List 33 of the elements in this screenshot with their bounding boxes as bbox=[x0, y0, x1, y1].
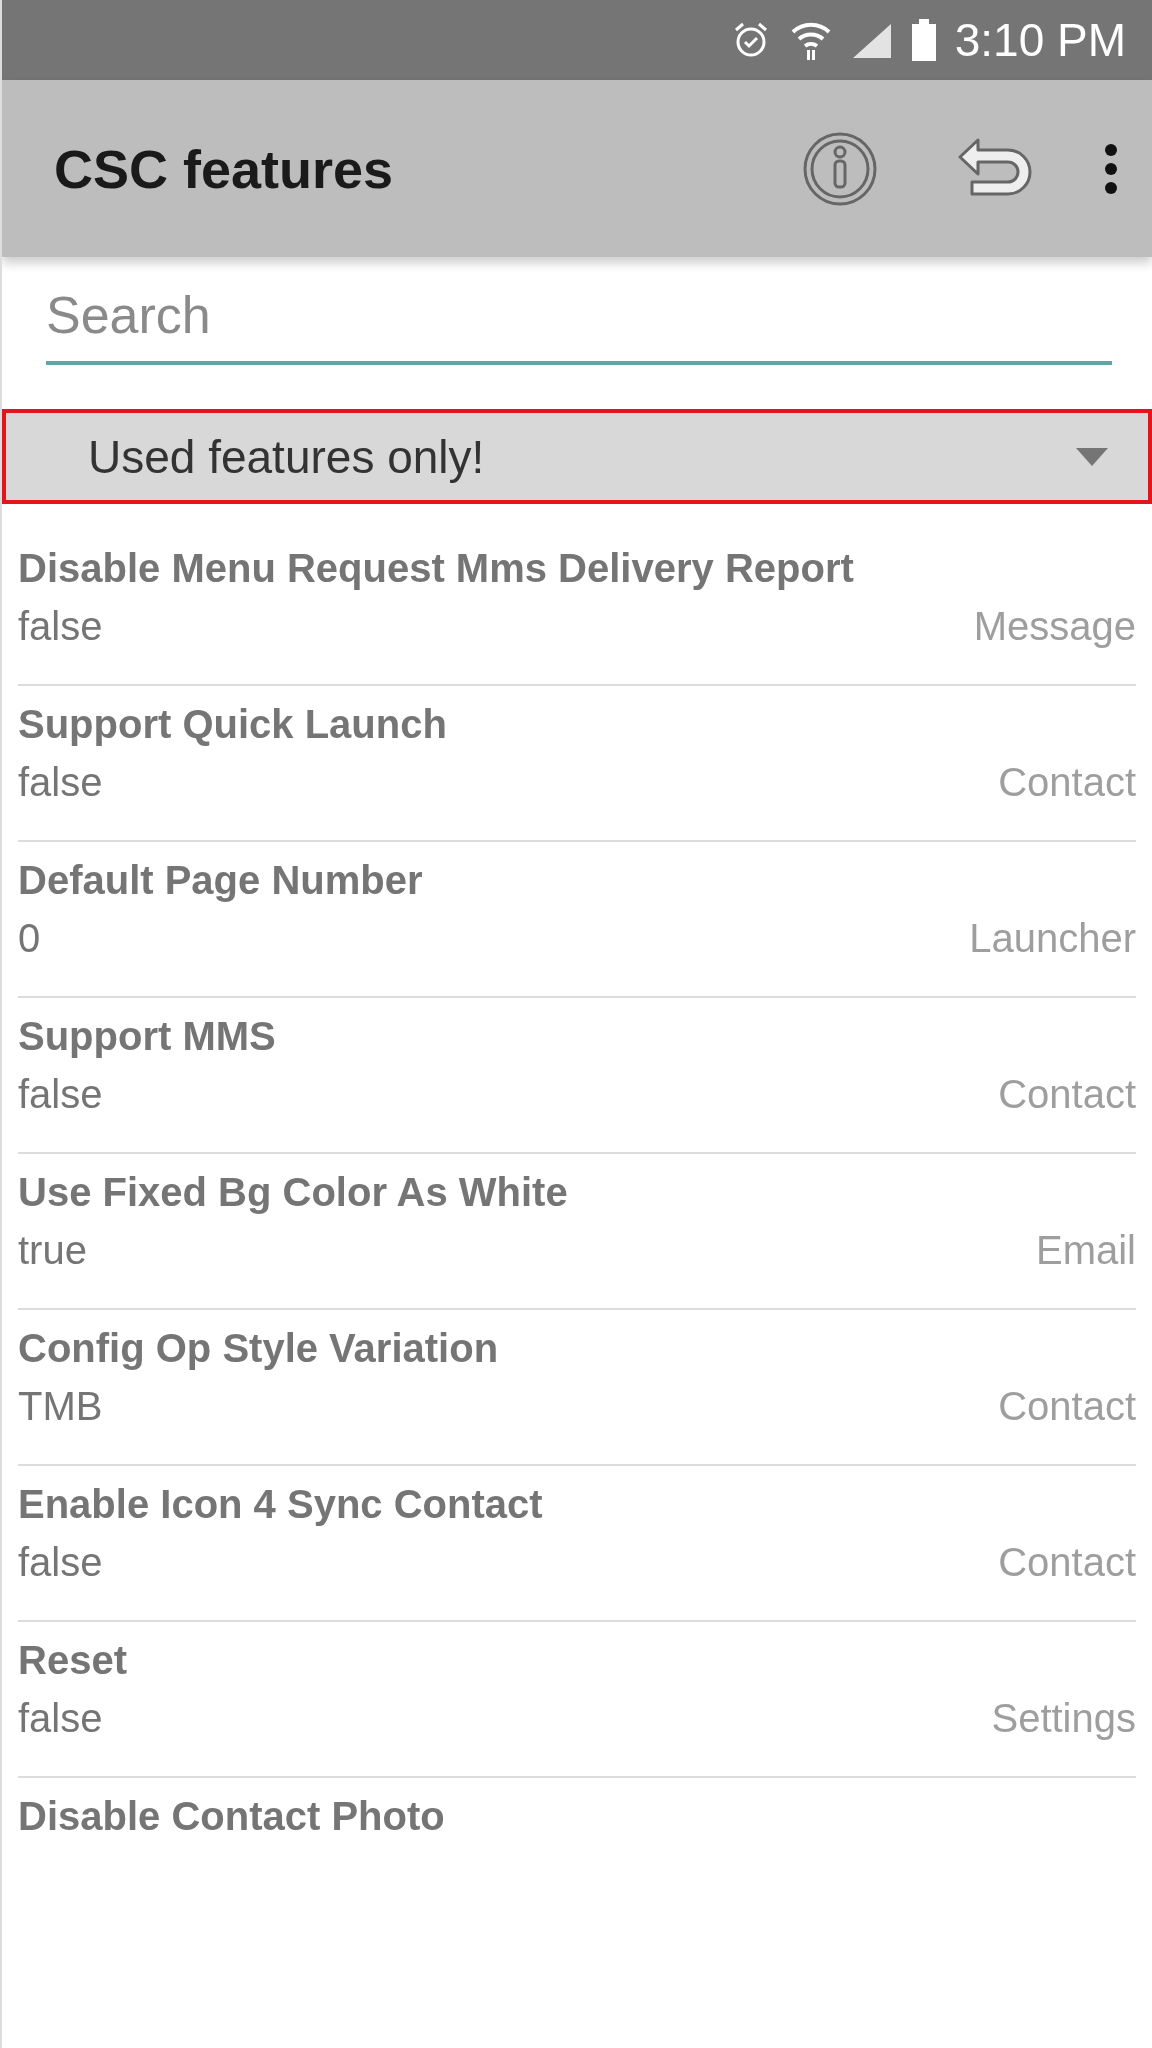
feature-name[interactable]: Support MMS bbox=[18, 1008, 1136, 1064]
feature-value: false bbox=[18, 1071, 103, 1118]
filter-dropdown[interactable]: Used features only! bbox=[2, 409, 1152, 504]
feature-name[interactable]: Disable Menu Request Mms Delivery Report bbox=[18, 540, 1136, 596]
feature-value: 0 bbox=[18, 915, 41, 962]
battery-icon bbox=[910, 18, 937, 62]
status-time: 3:10 PM bbox=[954, 13, 1126, 67]
feature-name[interactable]: Disable Contact Photo bbox=[18, 1788, 1136, 1844]
feature-value: false bbox=[18, 1539, 103, 1586]
feature-value: false bbox=[18, 759, 103, 806]
feature-category: Email bbox=[1035, 1227, 1136, 1274]
feature-category: Contact bbox=[998, 1383, 1136, 1430]
search-field[interactable]: Search bbox=[46, 279, 1112, 365]
feature-name[interactable]: Reset bbox=[18, 1632, 1136, 1688]
feature-value: false bbox=[18, 1695, 103, 1742]
feature-name[interactable]: Default Page Number bbox=[18, 852, 1136, 908]
feature-category: Launcher bbox=[969, 915, 1136, 962]
feature-name[interactable]: Support Quick Launch bbox=[18, 696, 1136, 752]
feature-category: Message bbox=[973, 603, 1136, 650]
feature-category: Settings bbox=[991, 1695, 1136, 1742]
feature-category: Contact bbox=[998, 1539, 1136, 1586]
feature-category: Contact bbox=[998, 1071, 1136, 1118]
feature-name[interactable]: Use Fixed Bg Color As White bbox=[18, 1164, 1136, 1220]
info-icon[interactable] bbox=[802, 130, 878, 207]
app-title: CSC features bbox=[54, 137, 395, 200]
dropdown-arrow-icon bbox=[1076, 447, 1108, 466]
feature-category: Contact bbox=[998, 759, 1136, 806]
feature-name[interactable]: Config Op Style Variation bbox=[18, 1320, 1136, 1376]
overflow-menu-icon[interactable] bbox=[1104, 142, 1118, 195]
feature-value: true bbox=[18, 1227, 87, 1274]
feature-value: TMB bbox=[18, 1383, 103, 1430]
feature-name[interactable]: Enable Icon 4 Sync Contact bbox=[18, 1476, 1136, 1532]
feature-value: false bbox=[18, 603, 103, 650]
